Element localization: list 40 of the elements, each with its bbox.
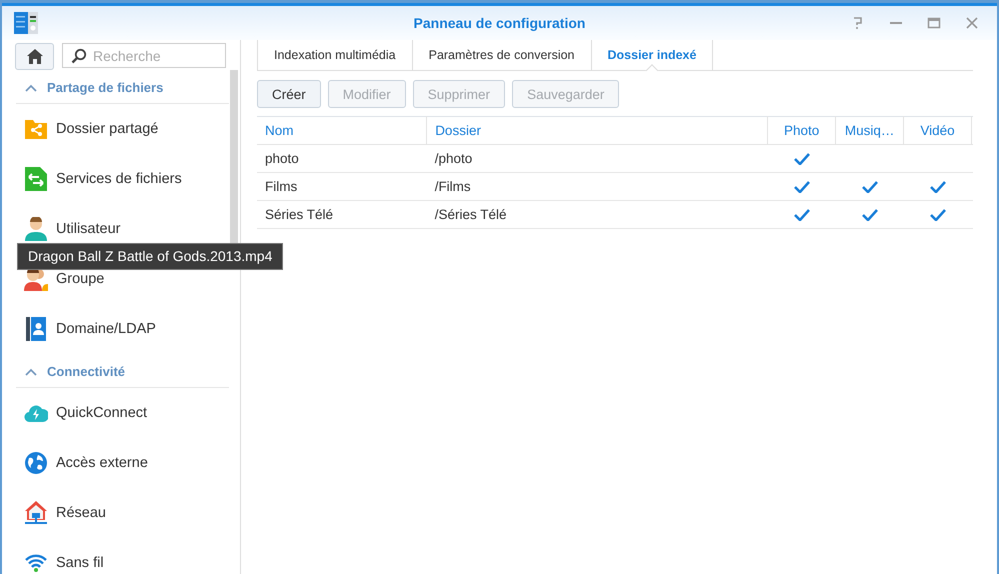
tab[interactable]: Indexation multimédia	[257, 40, 412, 70]
chevron-icon	[24, 82, 38, 92]
house-network-icon	[24, 501, 48, 525]
column-header[interactable]: Nom	[257, 116, 427, 144]
tooltip: Dragon Ball Z Battle of Gods.2013.mp4	[17, 243, 284, 270]
sidebar-item[interactable]: Domaine/LDAP	[16, 304, 229, 354]
sidebar-item[interactable]: QuickConnect	[16, 388, 229, 438]
table-cell: photo	[257, 144, 427, 172]
user-icon	[24, 217, 48, 241]
globe-icon	[24, 452, 48, 474]
maximize-icon[interactable]	[927, 16, 941, 30]
table-cell: /Films	[426, 172, 768, 200]
chevron-icon	[24, 366, 38, 376]
table-cell: Films	[257, 172, 427, 200]
help-icon[interactable]	[851, 16, 865, 30]
column-header[interactable]: Vidéo	[904, 116, 972, 144]
sidebar-item[interactable]: Services de fichiers	[16, 154, 229, 204]
table-cell: Séries Télé	[257, 200, 427, 228]
sidebar-item[interactable]: Sans fil	[16, 538, 229, 574]
home-icon	[26, 49, 42, 64]
control-panel-icon	[14, 11, 38, 35]
home-button[interactable]	[15, 43, 54, 70]
folder-icon	[24, 118, 48, 140]
table-cell: /photo	[426, 144, 768, 172]
tab[interactable]: Paramètres de conversion	[412, 40, 591, 70]
column-header[interactable]: Musiq…	[836, 116, 904, 144]
toolbar-button[interactable]: Créer	[257, 80, 321, 108]
search-field[interactable]: Recherche	[62, 43, 226, 68]
contact-card-icon	[24, 317, 48, 341]
sidebar-item[interactable]: Réseau	[16, 488, 229, 538]
column-header[interactable]: Dossier	[426, 116, 768, 144]
search-icon	[71, 48, 87, 64]
file-arrows-icon	[24, 167, 48, 191]
sidebar-item[interactable]: Accès externe	[16, 438, 229, 488]
column-header[interactable]: Photo	[768, 116, 836, 144]
sidebar-item[interactable]: Dossier partagé	[16, 104, 229, 154]
table-cell: /Séries Télé	[426, 200, 768, 228]
window-title: Panneau de configuration	[414, 15, 586, 31]
close-icon[interactable]	[965, 16, 979, 30]
cloud-bolt-icon	[24, 403, 48, 423]
